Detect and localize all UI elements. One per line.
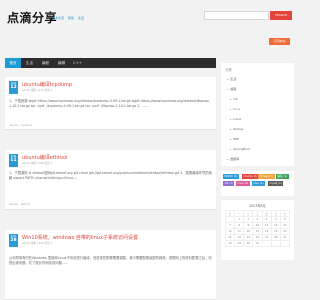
- article-meta: admin 编程 1186 阅读 0: [22, 162, 53, 165]
- header-links: 技术交流 随笔 生活: [52, 16, 87, 20]
- category-label: C++: [233, 107, 241, 111]
- calendar-day[interactable]: 30: [243, 240, 254, 247]
- date-badge: 2024 12: [9, 81, 18, 94]
- category-item[interactable]: ▸ Nodejs: [230, 127, 243, 131]
- category-label: Linux: [233, 117, 242, 121]
- sidebar-categories: 分类 ▸ 生活 ▸ 编程 ▸ C# ▸ C++ ▸ Linux ▸ Nodejs ▸ PHP …: [221, 63, 294, 166]
- calendar-week-row: 28 29 30 31: [224, 240, 291, 247]
- category-label: Nodejs: [233, 127, 244, 131]
- calendar-grid: 日一二三四五六 1 2 3 4 5 6 7 8 9 10 11 12 13 14 15 16 17 18 19 20 21…: [224, 210, 291, 247]
- header-link-tech[interactable]: 技术交流: [52, 16, 64, 20]
- calendar-day: [261, 240, 272, 247]
- nav-item-edit[interactable]: 编辑: [54, 58, 69, 68]
- caret-right-icon: ▸: [227, 88, 229, 91]
- caret-right-icon: ▸: [230, 118, 232, 121]
- header-link-life[interactable]: 生活: [78, 16, 84, 20]
- caret-right-icon: ▸: [227, 158, 229, 161]
- main-nav: 首页 生活 编程 编辑 C++: [5, 58, 216, 68]
- date-day: 12: [10, 85, 17, 90]
- calendar-day[interactable]: 28: [224, 240, 236, 247]
- calendar-title: 2023年5月: [249, 204, 266, 208]
- article-excerpt: 1、下载资源 wget https://www.tcpdump.org/rele…: [9, 99, 210, 108]
- site-header: 点滴分享 技术交流 随笔 生活 SEARCH 订阅本站: [0, 0, 300, 45]
- article-excerpt: 1、下载源码 # ethtool官网git.kernel.org git clo…: [9, 171, 212, 180]
- date-day: 11: [10, 158, 17, 163]
- tag-item[interactable]: ffmpeg (1): [258, 174, 275, 179]
- category-label: 编程: [230, 87, 237, 91]
- caret-right-icon: ▸: [230, 128, 232, 131]
- tag-cloud: NGINX (1) ubuntu (2) ffmpeg (1) 编程 (1) C…: [221, 171, 294, 196]
- category-label: SpringBoot: [233, 147, 250, 151]
- nav-item-cpp[interactable]: C++: [70, 58, 85, 68]
- article-title[interactable]: ubuntu编译ethtool: [22, 154, 67, 161]
- site-logo[interactable]: 点滴分享: [7, 9, 57, 26]
- article-card: 2023 28 Win10系统，windows 自带的linux子系统访问设置 …: [5, 230, 216, 300]
- page: 点滴分享 技术交流 随笔 生活 SEARCH 订阅本站 首页 生活 编程 编辑 …: [0, 0, 300, 300]
- tag-item[interactable]: linux (3): [236, 181, 250, 186]
- tag-item[interactable]: C# (1): [223, 181, 235, 186]
- article-title[interactable]: Win10系统，windows 自带的linux子系统访问设置: [22, 234, 138, 241]
- nav-item-life[interactable]: 生活: [22, 58, 37, 68]
- caret-right-icon: ▸: [227, 78, 229, 81]
- article-tags[interactable]: ubuntu，tcpdump: [9, 123, 32, 127]
- header-link-notes[interactable]: 随笔: [68, 16, 74, 20]
- caret-right-icon: ▸: [230, 98, 232, 101]
- category-label: PHP: [233, 137, 240, 141]
- category-label: 生活: [230, 77, 237, 81]
- nav-item-coding[interactable]: 编程: [38, 58, 53, 68]
- calendar-day: [279, 240, 291, 247]
- caret-right-icon: ▸: [230, 108, 232, 111]
- category-label: 数据库: [230, 157, 240, 161]
- calendar-day[interactable]: 29: [234, 240, 245, 247]
- subscribe-button[interactable]: 订阅本站: [269, 38, 290, 45]
- category-item[interactable]: ▸ 生活: [227, 77, 236, 81]
- tag-item[interactable]: java (1): [252, 181, 265, 186]
- calendar-widget: 2023年5月 日一二三四五六 1 2 3 4 5 6 7 8 9 10 11 12 13 14 15 16 17…: [221, 200, 294, 260]
- category-item[interactable]: ▸ 编程: [227, 87, 236, 91]
- tag-item[interactable]: ubuntu (2): [242, 174, 259, 179]
- category-item[interactable]: ▸ SpringBoot: [230, 147, 250, 151]
- search-input[interactable]: [204, 11, 269, 20]
- date-badge: 2024 11: [9, 154, 18, 167]
- category-item[interactable]: ▸ C#: [230, 97, 238, 101]
- date-day: 28: [10, 238, 17, 243]
- article-card: 2024 12 ubuntu编译tcpdump admin 编程 1270 阅读…: [5, 77, 216, 130]
- article-meta: admin 随笔 1302 阅读 0: [22, 242, 53, 245]
- caret-right-icon: ▸: [230, 138, 232, 141]
- category-item[interactable]: ▸ PHP: [230, 137, 239, 141]
- caret-right-icon: ▸: [230, 148, 232, 151]
- search-button[interactable]: SEARCH: [270, 11, 292, 20]
- category-item[interactable]: ▸ 数据库: [227, 157, 239, 161]
- category-label: C#: [233, 97, 238, 101]
- article-tags[interactable]: ubuntu，ethtool: [9, 202, 30, 206]
- article-excerpt: 公司同事有时在Windows 里使用Linux子系统进行编译，但是某些配置需要调…: [9, 256, 212, 265]
- calendar-day[interactable]: 31: [252, 240, 263, 247]
- nav-item-home[interactable]: 首页: [5, 58, 21, 68]
- category-item[interactable]: ▸ Linux: [230, 117, 241, 121]
- article-title[interactable]: ubuntu编译tcpdump: [22, 81, 72, 88]
- tag-item[interactable]: mysql (1): [268, 181, 284, 186]
- category-title: 分类: [225, 68, 232, 72]
- article-card: 2024 11 ubuntu编译ethtool admin 编程 1186 阅读…: [5, 150, 216, 210]
- tag-item[interactable]: 编程 (1): [276, 174, 289, 179]
- calendar-day: [270, 240, 281, 247]
- article-meta: admin 编程 1270 阅读 0: [22, 89, 53, 92]
- tag-item[interactable]: NGINX (1): [223, 174, 239, 179]
- date-badge: 2023 28: [9, 234, 18, 247]
- category-item[interactable]: ▸ C++: [230, 107, 240, 111]
